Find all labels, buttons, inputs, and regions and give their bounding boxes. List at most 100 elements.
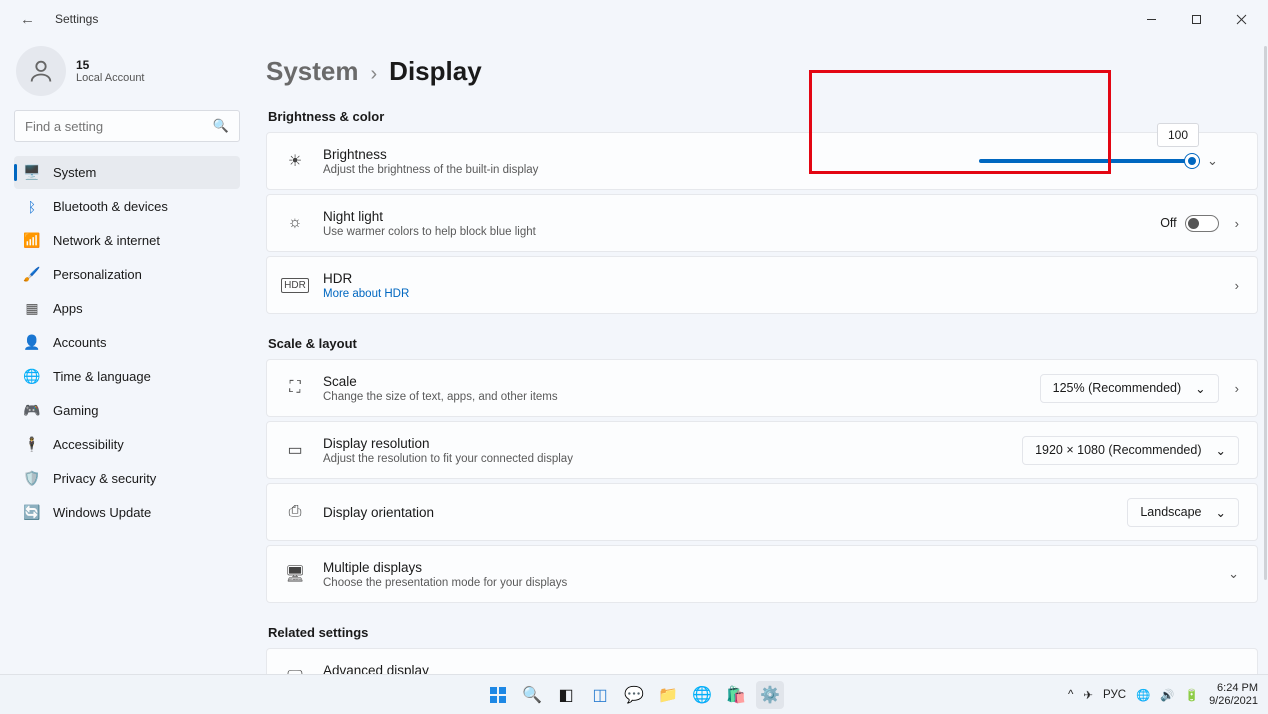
- brightness-tooltip: 100: [1157, 123, 1199, 147]
- nav-windows-update[interactable]: 🔄 Windows Update: [14, 496, 240, 529]
- brightness-slider[interactable]: 100: [979, 159, 1193, 163]
- edge-icon[interactable]: 🌐: [688, 681, 716, 709]
- search-icon: 🔍: [213, 118, 229, 134]
- chevron-down-icon: ⌄: [1195, 381, 1205, 396]
- card-title: Display orientation: [323, 505, 1109, 520]
- close-button[interactable]: [1219, 3, 1264, 35]
- nav-bluetooth[interactable]: ᛒ Bluetooth & devices: [14, 190, 240, 223]
- privacy-icon: 🛡️: [24, 471, 40, 487]
- brightness-icon: ☀: [285, 151, 305, 171]
- expand-multiple-displays[interactable]: ⌄: [1228, 566, 1239, 582]
- nav-label: System: [53, 165, 96, 180]
- chevron-right-icon[interactable]: ›: [1235, 381, 1239, 396]
- back-button[interactable]: ←: [14, 9, 41, 30]
- chevron-down-icon: ⌄: [1216, 443, 1226, 458]
- nav-label: Personalization: [53, 267, 142, 282]
- scrollbar[interactable]: [1264, 46, 1267, 580]
- start-button[interactable]: [484, 681, 512, 709]
- card-night-light[interactable]: ☼ Night light Use warmer colors to help …: [266, 194, 1258, 252]
- nav-time-language[interactable]: 🌐 Time & language: [14, 360, 240, 393]
- time-language-icon: 🌐: [24, 369, 40, 385]
- tray-volume-icon[interactable]: 🔊: [1160, 688, 1174, 702]
- tray-network-icon[interactable]: 🌐: [1136, 688, 1150, 702]
- section-scale-layout: Scale & layout: [268, 336, 1258, 351]
- brightness-slider-thumb[interactable]: [1185, 154, 1199, 168]
- search-input[interactable]: [25, 119, 205, 134]
- nav-network[interactable]: 📶 Network & internet: [14, 224, 240, 257]
- nav-label: Network & internet: [53, 233, 160, 248]
- taskview-icon[interactable]: ◧: [552, 681, 580, 709]
- orientation-icon: ⎙: [285, 503, 305, 521]
- settings-taskbar-icon[interactable]: ⚙️: [756, 681, 784, 709]
- card-scale[interactable]: ⛶ Scale Change the size of text, apps, a…: [266, 359, 1258, 417]
- section-related: Related settings: [268, 625, 1258, 640]
- breadcrumb-current: Display: [389, 56, 482, 87]
- account-name: 15: [76, 58, 145, 72]
- search-taskbar-icon[interactable]: 🔍: [518, 681, 546, 709]
- nav-label: Apps: [53, 301, 83, 316]
- resolution-select[interactable]: 1920 × 1080 (Recommended) ⌄: [1022, 436, 1239, 465]
- orientation-value: Landscape: [1140, 505, 1201, 519]
- card-title: Multiple displays: [323, 560, 1210, 575]
- card-title: Scale: [323, 374, 1022, 389]
- maximize-button[interactable]: [1174, 3, 1219, 35]
- chevron-right-icon[interactable]: ›: [1235, 278, 1239, 293]
- card-title: Brightness: [323, 147, 961, 162]
- card-resolution[interactable]: ▭ Display resolution Adjust the resoluti…: [266, 421, 1258, 479]
- card-orientation[interactable]: ⎙ Display orientation Landscape ⌄: [266, 483, 1258, 541]
- card-title: HDR: [323, 271, 1217, 286]
- nav-personalization[interactable]: 🖌️ Personalization: [14, 258, 240, 291]
- orientation-select[interactable]: Landscape ⌄: [1127, 498, 1239, 527]
- nav-label: Bluetooth & devices: [53, 199, 168, 214]
- card-sub: Adjust the resolution to fit your connec…: [323, 453, 1004, 465]
- network-icon: 📶: [24, 233, 40, 249]
- card-sub: Adjust the brightness of the built-in di…: [323, 164, 961, 176]
- breadcrumb-parent[interactable]: System: [266, 56, 359, 87]
- tray-location-icon[interactable]: ✈: [1083, 688, 1093, 702]
- tray-overflow-icon[interactable]: ^: [1068, 689, 1073, 701]
- hdr-link[interactable]: More about HDR: [323, 288, 1217, 300]
- tray-clock[interactable]: 6:24 PM 9/26/2021: [1209, 682, 1258, 707]
- system-icon: 🖥️: [24, 165, 40, 181]
- night-light-toggle[interactable]: [1185, 215, 1219, 232]
- app-title: Settings: [55, 12, 98, 26]
- accessibility-icon: 🕴️: [24, 437, 40, 453]
- apps-icon: ▦: [24, 301, 40, 317]
- chat-icon[interactable]: 💬: [620, 681, 648, 709]
- breadcrumb: System › Display: [266, 56, 1258, 87]
- nav-apps[interactable]: ▦ Apps: [14, 292, 240, 325]
- nav-privacy[interactable]: 🛡️ Privacy & security: [14, 462, 240, 495]
- card-brightness[interactable]: ☀ Brightness Adjust the brightness of th…: [266, 132, 1258, 190]
- section-brightness-color: Brightness & color: [268, 109, 1258, 124]
- night-light-icon: ☼: [285, 214, 305, 232]
- update-icon: 🔄: [24, 505, 40, 521]
- nav-accessibility[interactable]: 🕴️ Accessibility: [14, 428, 240, 461]
- tray-battery-icon[interactable]: 🔋: [1185, 688, 1199, 702]
- nav-label: Privacy & security: [53, 471, 156, 486]
- resolution-icon: ▭: [285, 440, 305, 460]
- card-title: Advanced display: [323, 663, 1217, 675]
- tray-date: 9/26/2021: [1209, 695, 1258, 708]
- scale-select[interactable]: 125% (Recommended) ⌄: [1040, 374, 1219, 403]
- personalization-icon: 🖌️: [24, 267, 40, 283]
- expand-brightness[interactable]: ⌄: [1207, 153, 1218, 169]
- avatar-icon: [16, 46, 66, 96]
- widgets-icon[interactable]: ◫: [586, 681, 614, 709]
- store-icon[interactable]: 🛍️: [722, 681, 750, 709]
- account-sub: Local Account: [76, 72, 145, 84]
- nav-system[interactable]: 🖥️ System: [14, 156, 240, 189]
- card-sub: Choose the presentation mode for your di…: [323, 577, 1210, 589]
- nav-gaming[interactable]: 🎮 Gaming: [14, 394, 240, 427]
- explorer-icon[interactable]: 📁: [654, 681, 682, 709]
- card-multiple-displays[interactable]: 🖥 Multiple displays Choose the presentat…: [266, 545, 1258, 603]
- account-block[interactable]: 15 Local Account: [14, 46, 240, 110]
- tray-lang[interactable]: РУС: [1103, 689, 1126, 701]
- minimize-button[interactable]: [1129, 3, 1174, 35]
- nav-label: Time & language: [53, 369, 151, 384]
- taskbar: 🔍 ◧ ◫ 💬 📁 🌐 🛍️ ⚙️ ^ ✈ РУС 🌐 🔊 🔋 6:24 PM …: [0, 674, 1268, 714]
- chevron-right-icon[interactable]: ›: [1235, 216, 1239, 231]
- card-hdr[interactable]: HDR HDR More about HDR ›: [266, 256, 1258, 314]
- search-input-box[interactable]: 🔍: [14, 110, 240, 142]
- nav-accounts[interactable]: 👤 Accounts: [14, 326, 240, 359]
- card-advanced-display[interactable]: 🖵 Advanced display Display information, …: [266, 648, 1258, 674]
